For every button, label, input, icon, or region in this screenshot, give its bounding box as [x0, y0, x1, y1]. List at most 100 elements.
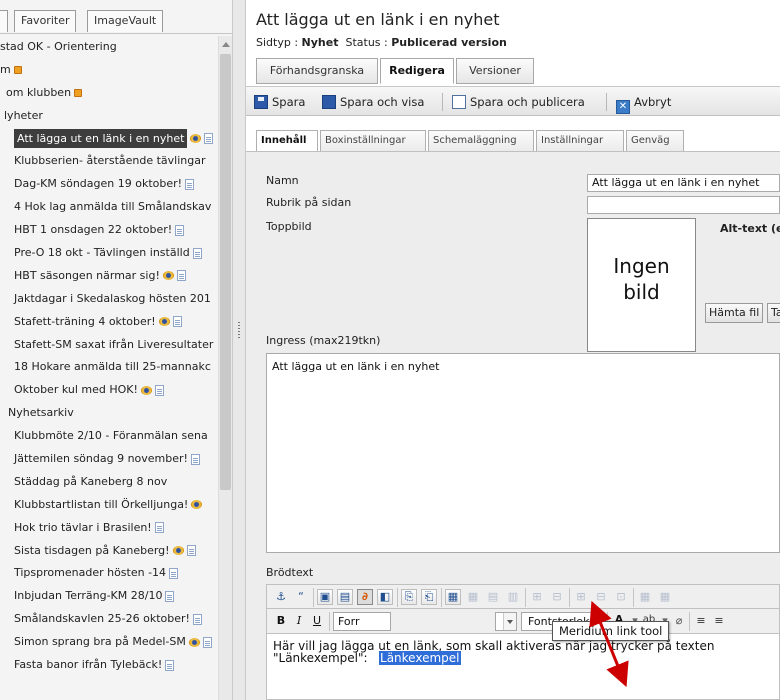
tree-item[interactable]: Oktober kul med HOK!	[0, 379, 218, 402]
italic-button[interactable]: I	[291, 613, 307, 629]
image-icon[interactable]: ▣	[317, 589, 333, 605]
dynamic-content-icon[interactable]: ◧	[377, 589, 393, 605]
ingress-textarea[interactable]: Att lägga ut en länk i en nyhet	[266, 353, 780, 553]
body-text-editor[interactable]: Här vill jag lägga ut en länk, som skall…	[266, 634, 780, 700]
underline-button[interactable]: U	[309, 613, 325, 629]
tree-item[interactable]: Städdag på Kaneberg 8 nov	[0, 471, 218, 494]
tab-edit[interactable]: Redigera	[380, 58, 454, 84]
tree-item[interactable]: HBT säsongen närmar sig!	[0, 265, 218, 288]
tree-item[interactable]: Klubbserien- återstående tävlingar	[0, 150, 218, 173]
cancel-button[interactable]: ✕ Avbryt	[616, 93, 671, 114]
insert-col-icon[interactable]: ⊞	[573, 589, 589, 605]
tree-item[interactable]: Stafett-SM saxat ifrån Liveresultater	[0, 334, 218, 357]
tab-schemalaggning[interactable]: Schemaläggning	[428, 130, 534, 152]
tree-item[interactable]: 18 Hokare anmälda till 25-mannakc	[0, 356, 218, 379]
tab-boxinstallningar[interactable]: Boxinställningar	[320, 130, 426, 152]
tree-item-label: Tipspromenader hösten -14	[14, 566, 167, 580]
tree-item[interactable]: lyheter	[0, 105, 218, 128]
editor-separator	[397, 588, 398, 607]
tree-item[interactable]: Sista tisdagen på Kaneberg!	[0, 540, 218, 563]
tab-favoriter[interactable]: Favoriter	[14, 10, 77, 32]
tree-item[interactable]: Jaktdagar i Skedalaskog hösten 201	[0, 288, 218, 311]
table-icon[interactable]: ▦	[445, 589, 461, 605]
tree-item[interactable]: om klubben	[0, 82, 218, 105]
table-extra-icon[interactable]: ▦	[657, 589, 673, 605]
chevron-down-icon	[503, 613, 516, 630]
tree-item[interactable]: Tipspromenader hösten -14	[0, 562, 218, 585]
document-icon	[185, 178, 195, 190]
tree-item[interactable]: Fasta banor ifrån Tylebäck!	[0, 654, 218, 677]
cell-icon[interactable]: ▥	[505, 589, 521, 605]
name-field[interactable]: Att lägga ut en länk i en nyhet	[587, 174, 780, 192]
row-icon[interactable]: ▤	[485, 589, 501, 605]
heading-field[interactable]	[587, 196, 780, 214]
clear-format-icon[interactable]: ⌀	[671, 613, 687, 629]
tab-imagevault[interactable]: ImageVault	[87, 10, 164, 32]
tree-item[interactable]: Nyhetsarkiv	[0, 402, 218, 425]
tree-item[interactable]: Dag-KM söndagen 19 oktober!	[0, 173, 218, 196]
tree-item[interactable]: Hok trio tävlar i Brasilen!	[0, 517, 218, 540]
align-left-icon[interactable]: ≡	[693, 613, 709, 629]
save-button[interactable]: Spara	[254, 93, 305, 111]
document-icon	[190, 453, 200, 465]
tab-installningar[interactable]: Inställningar	[536, 130, 624, 152]
insert-row-icon[interactable]: ⊞	[529, 589, 545, 605]
tree-tab-hidden[interactable]	[0, 10, 8, 32]
tree-item[interactable]: Inbjudan Terräng-KM 28/10	[0, 585, 218, 608]
merge-cells-icon[interactable]: ▦	[637, 589, 653, 605]
tree-item-label: Att lägga ut en länk i en nyhet	[14, 128, 188, 148]
selected-link-text[interactable]: Länkexempel	[379, 651, 461, 665]
tab-versions[interactable]: Versioner	[456, 58, 534, 84]
toolbar-separator	[442, 93, 443, 111]
tree-item-label: lyheter	[4, 108, 43, 122]
save-and-publish-button[interactable]: Spara och publicera	[452, 93, 585, 111]
table-props-icon[interactable]: ▦	[465, 589, 481, 605]
tree-scrollbar[interactable]	[218, 36, 232, 700]
split-cell-icon[interactable]: ⊡	[613, 589, 629, 605]
scroll-thumb[interactable]	[220, 54, 231, 490]
delete-row-icon[interactable]: ⊟	[549, 589, 565, 605]
bold-button[interactable]: B	[273, 613, 289, 629]
fetch-file-button[interactable]: Hämta fil	[705, 303, 764, 323]
tab-genvag[interactable]: Genväg	[626, 130, 684, 152]
tab-preview[interactable]: Förhandsgranska	[256, 58, 378, 84]
no-image-line1: Ingen	[613, 254, 670, 278]
editor-separator	[525, 588, 526, 607]
editor-separator	[329, 612, 330, 631]
link-tool-icon[interactable]: ∂	[357, 589, 373, 605]
quote-icon[interactable]: “	[293, 589, 309, 605]
anchor-icon[interactable]: ⚓	[273, 589, 289, 605]
tree-item-label: Simon sprang bra på Medel-SM	[14, 635, 186, 649]
tree-item[interactable]: Jättemilen söndag 9 november!	[0, 448, 218, 471]
delete-col-icon[interactable]: ⊟	[593, 589, 609, 605]
tree-item[interactable]: stad OK - Orientering	[0, 36, 218, 59]
paste-word-icon[interactable]: ⎗	[421, 589, 437, 605]
tree-item-label: 18 Hokare anmälda till 25-mannakc	[14, 360, 211, 374]
tree-item[interactable]: 4 Hok lag anmälda till Smålandskav	[0, 196, 218, 219]
page-tree: stad OK - Orientering m om klubben lyheter A…	[0, 36, 218, 677]
splitter-grip-icon[interactable]	[238, 322, 240, 340]
tree-item[interactable]: Stafett-träning 4 oktober!	[0, 311, 218, 334]
scroll-up-icon[interactable]	[222, 42, 230, 47]
media-icon[interactable]: ▤	[337, 589, 353, 605]
top-image-placeholder[interactable]: Ingen bild	[587, 218, 696, 352]
tree-item[interactable]: Simon sprang bra på Medel-SM	[0, 631, 218, 654]
save-and-view-button[interactable]: Spara och visa	[322, 93, 424, 111]
tree-item[interactable]: HBT 1 onsdagen 22 oktober!	[0, 219, 218, 242]
paste-text-icon[interactable]: ⎘	[401, 589, 417, 605]
format-select-value: Forr	[338, 615, 360, 628]
tree-item[interactable]: Smålandskavlen 25-26 oktober!	[0, 608, 218, 631]
tab-innehall[interactable]: Innehåll	[256, 130, 318, 152]
tree-item-selected[interactable]: Att lägga ut en länk i en nyhet	[0, 128, 218, 151]
format-select[interactable]: Forr	[333, 612, 391, 631]
tree-item[interactable]: Pre-O 18 okt - Tävlingen inställd	[0, 242, 218, 265]
font-select[interactable]	[495, 612, 517, 631]
align-center-icon[interactable]: ≡	[711, 613, 727, 629]
pane-splitter[interactable]	[232, 0, 246, 700]
tree-item[interactable]: Klubbstartlistan till Örkelljunga!	[0, 494, 218, 517]
image-second-button[interactable]: Ta	[767, 303, 780, 323]
visibility-icon	[140, 385, 152, 395]
tree-item[interactable]: Klubbmöte 2/10 - Föranmälan sena	[0, 425, 218, 448]
tree-item[interactable]: m	[0, 59, 218, 82]
publish-icon	[452, 95, 466, 109]
